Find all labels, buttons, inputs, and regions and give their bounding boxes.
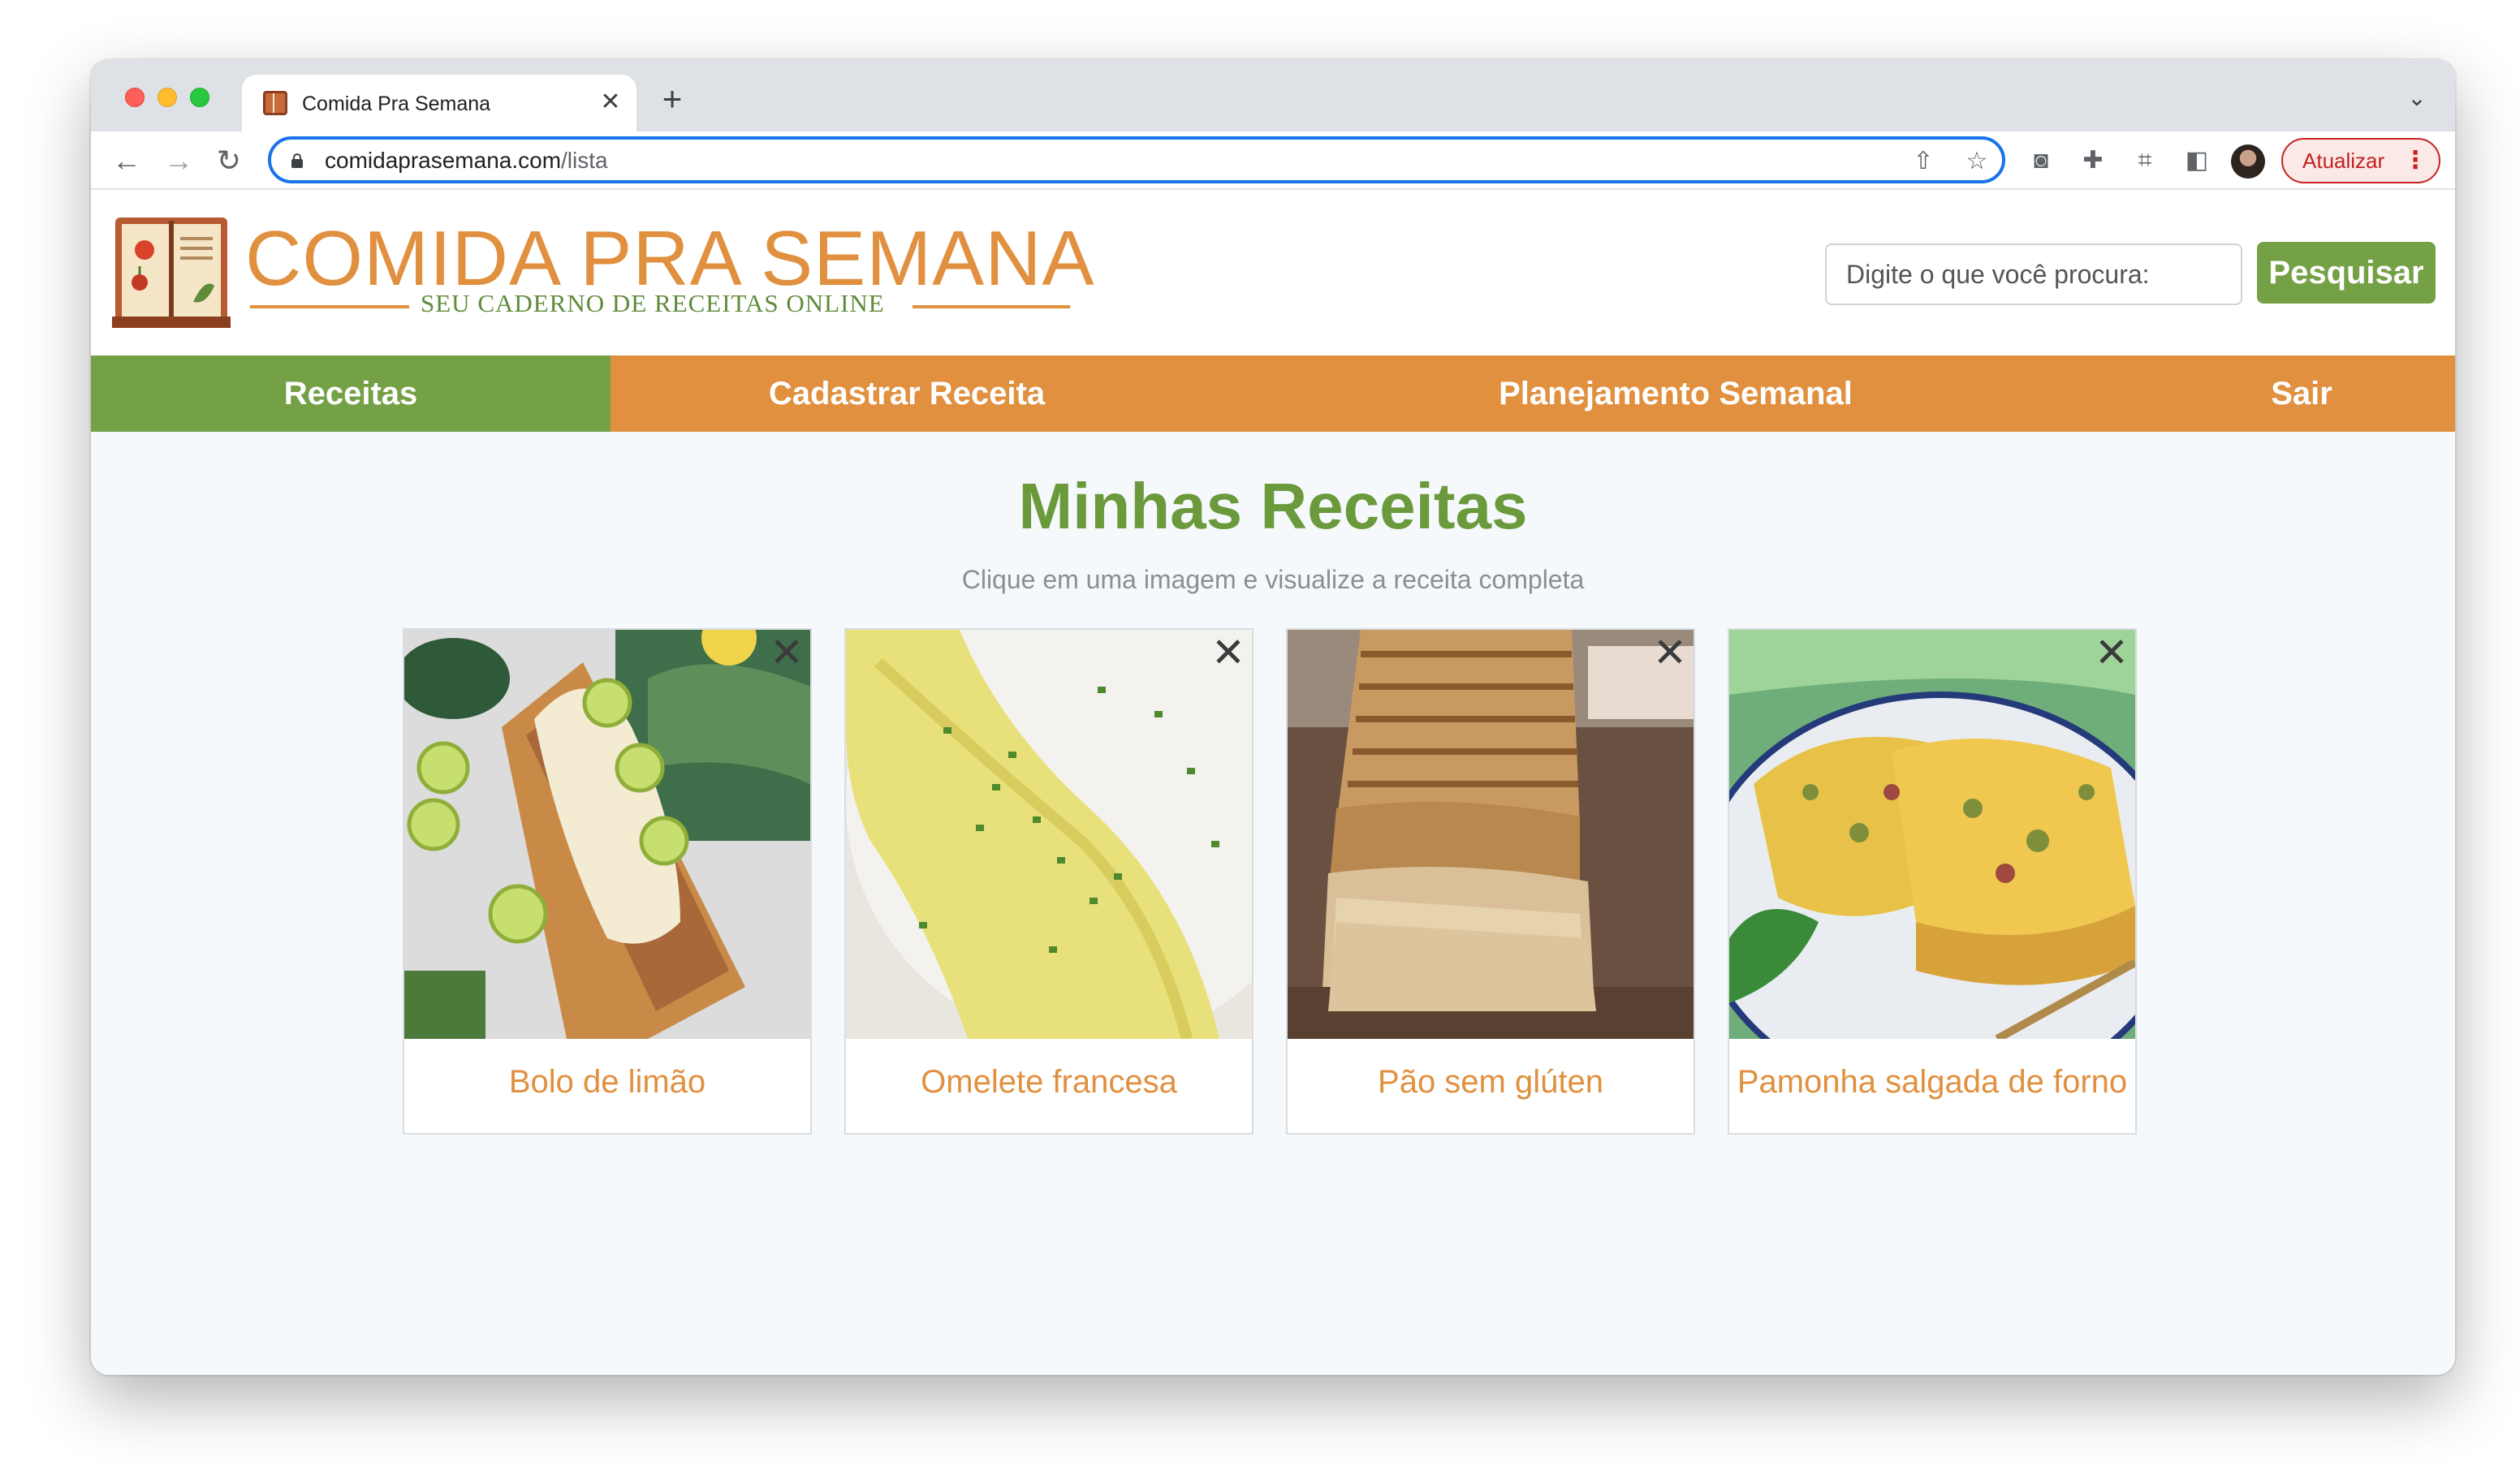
nav-item-planejamento-semanal[interactable]: Planejamento Semanal — [1203, 355, 2148, 432]
remove-recipe-close-icon[interactable]: ✕ — [1650, 632, 1690, 674]
recipe-card[interactable]: ✕ Omelete francesa — [844, 628, 1254, 1135]
search-button[interactable]: Pesquisar — [2257, 242, 2436, 304]
remove-recipe-close-icon[interactable]: ✕ — [766, 632, 807, 674]
camera-icon[interactable]: ◙ — [2023, 143, 2059, 179]
nav-item-sair[interactable]: Sair — [2148, 355, 2455, 432]
url-text: comidaprasemana.com/lista — [325, 148, 608, 174]
brand-subtitle: SEU CADERNO DE RECEITAS ONLINE — [421, 289, 885, 317]
tab-title: Comida Pra Semana — [302, 93, 491, 115]
recipe-image-lemon-cake[interactable] — [404, 630, 810, 1039]
browser-window: Comida Pra Semana ✕ + ⌄ ← → ↻ comidapras… — [91, 60, 2455, 1375]
profile-avatar[interactable] — [2231, 144, 2265, 179]
brand-divider-left — [250, 305, 409, 308]
tab-search-chevron-icon[interactable]: ⌄ — [2403, 84, 2431, 112]
minimize-window-button[interactable] — [158, 88, 177, 107]
remove-recipe-close-icon[interactable]: ✕ — [1208, 632, 1249, 674]
new-tab-button[interactable]: + — [654, 81, 690, 117]
browser-tab[interactable]: Comida Pra Semana ✕ — [242, 75, 636, 131]
bookmark-star-icon[interactable]: ☆ — [1961, 146, 1992, 177]
recipe-image-savory-pamonha[interactable] — [1729, 630, 2135, 1039]
remove-recipe-close-icon[interactable]: ✕ — [2091, 632, 2132, 674]
recipe-title[interactable]: Omelete francesa — [846, 1039, 1252, 1133]
recipe-card[interactable]: ✕ Pamonha salgada de forno — [1728, 628, 2137, 1135]
recipe-card[interactable]: ✕ Pão sem glúten — [1286, 628, 1695, 1135]
site-header: COMIDA PRA SEMANA SEU CADERNO DE RECEITA… — [91, 190, 2455, 355]
recipe-image-gluten-free-bread[interactable] — [1288, 630, 1694, 1039]
brand-divider-right — [913, 305, 1070, 308]
book-favicon-icon — [263, 91, 287, 115]
recipe-title[interactable]: Pamonha salgada de forno — [1729, 1039, 2135, 1133]
nav-item-receitas[interactable]: Receitas — [91, 355, 611, 432]
close-window-button[interactable] — [125, 88, 145, 107]
url-path: /lista — [561, 148, 608, 173]
cast-icon[interactable]: ⌗ — [2127, 143, 2163, 179]
tab-close-icon[interactable]: ✕ — [596, 88, 625, 117]
recipe-image-omelette[interactable] — [846, 630, 1252, 1039]
browser-toolbar: ← → ↻ comidaprasemana.com/lista ⇧ ☆ ◙ ✚ … — [91, 131, 2455, 190]
forward-arrow-icon[interactable]: → — [159, 141, 198, 180]
address-bar[interactable]: comidaprasemana.com/lista ⇧ ☆ — [268, 136, 2005, 183]
update-button[interactable]: Atualizar ⋮ — [2281, 138, 2440, 183]
recipe-card[interactable]: ✕ Bolo de limão — [403, 628, 812, 1135]
recipe-title[interactable]: Pão sem glúten — [1288, 1039, 1694, 1133]
tab-strip: Comida Pra Semana ✕ + ⌄ — [91, 60, 2455, 131]
search-input[interactable] — [1825, 243, 2242, 305]
url-host: comidaprasemana.com — [325, 148, 562, 173]
recipe-title[interactable]: Bolo de limão — [404, 1039, 810, 1133]
page-subtitle: Clique em uma imagem e visualize a recei… — [961, 565, 1585, 594]
lock-icon — [291, 153, 303, 168]
reload-icon[interactable]: ↻ — [209, 141, 248, 180]
update-label: Atualizar — [2302, 149, 2385, 173]
side-panel-icon[interactable]: ◧ — [2179, 143, 2215, 179]
extensions-puzzle-icon[interactable]: ✚ — [2075, 143, 2111, 179]
back-arrow-icon[interactable]: ← — [107, 141, 146, 180]
main-navigation: Receitas Cadastrar Receita Planejamento … — [91, 355, 2455, 432]
nav-item-cadastrar-receita[interactable]: Cadastrar Receita — [611, 355, 1203, 432]
page-title: Minhas Receitas — [1018, 470, 1528, 542]
more-menu-icon[interactable]: ⋮ — [2403, 140, 2427, 182]
maximize-window-button[interactable] — [190, 88, 209, 107]
recipe-book-logo-icon[interactable] — [112, 213, 231, 331]
share-icon[interactable]: ⇧ — [1908, 146, 1939, 177]
